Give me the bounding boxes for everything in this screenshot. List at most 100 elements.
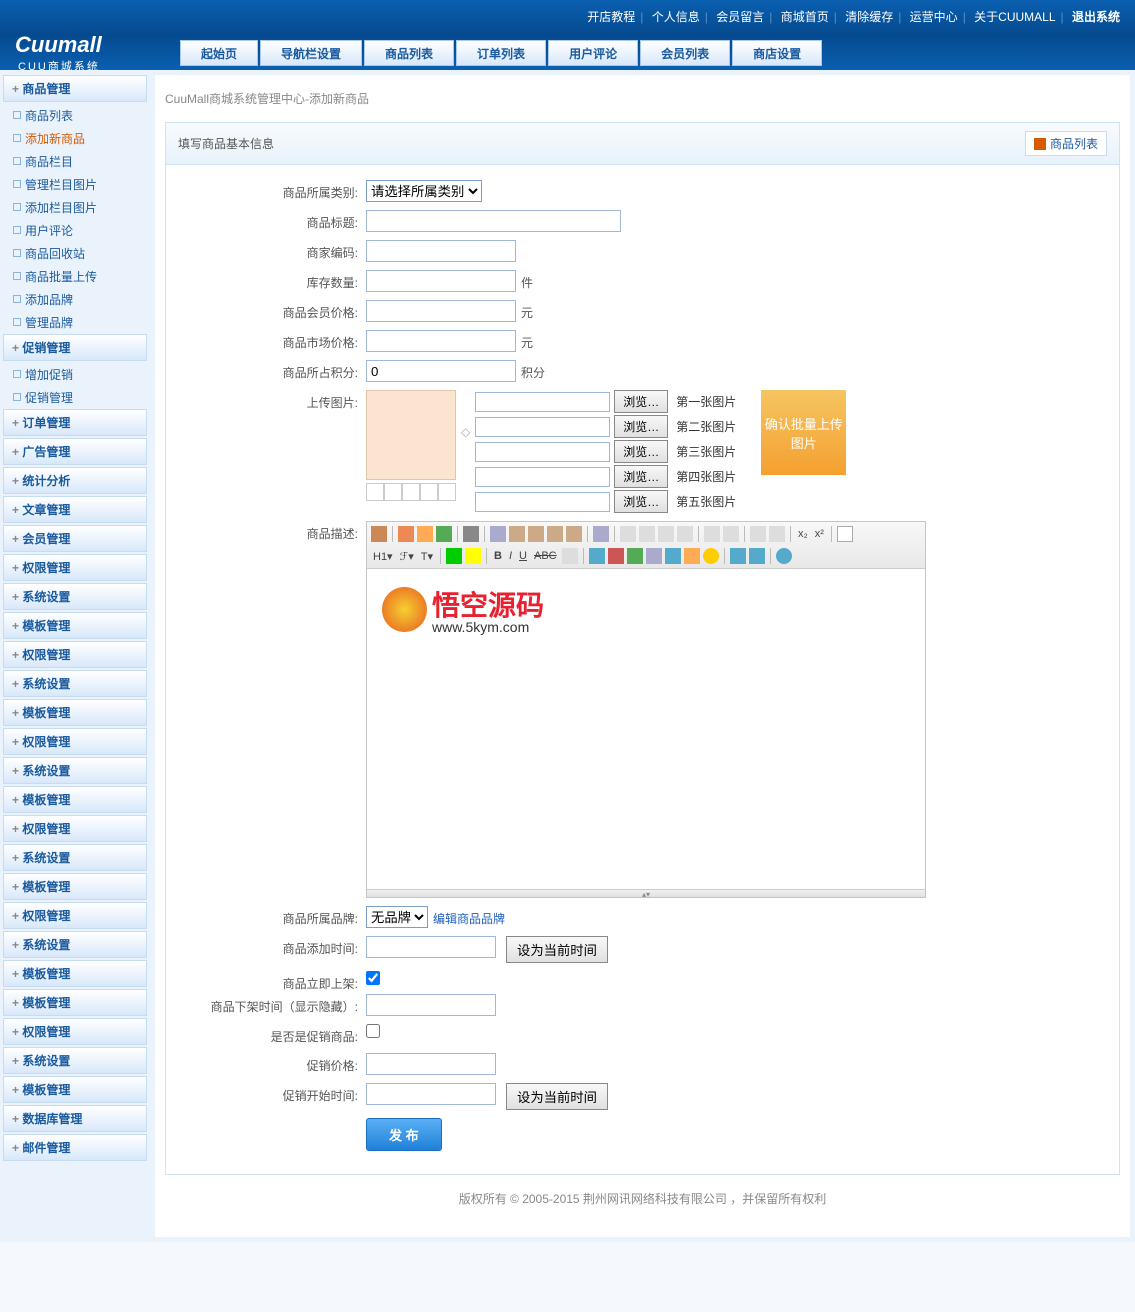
- editor-resize-handle[interactable]: ▴▾: [367, 889, 925, 897]
- title-input[interactable]: [366, 210, 621, 232]
- sidebar-header[interactable]: 模板管理: [3, 1076, 147, 1103]
- paste-word-icon[interactable]: [566, 526, 582, 542]
- sidebar-header[interactable]: 数据库管理: [3, 1105, 147, 1132]
- nav-orders[interactable]: 订单列表: [456, 40, 546, 66]
- code-input[interactable]: [366, 240, 516, 262]
- browse-button[interactable]: 浏览…: [614, 440, 668, 463]
- sidebar-header[interactable]: 邮件管理: [3, 1134, 147, 1161]
- sidebar-header[interactable]: 权限管理: [3, 728, 147, 755]
- sidebar-header[interactable]: 模板管理: [3, 612, 147, 639]
- sidebar-header[interactable]: 模板管理: [3, 786, 147, 813]
- sidebar-header[interactable]: 系统设置: [3, 670, 147, 697]
- cursor-icon[interactable]: [837, 526, 853, 542]
- on-shelf-checkbox[interactable]: [366, 971, 380, 985]
- sidebar-item[interactable]: 商品批量上传: [3, 265, 147, 288]
- sidebar-header[interactable]: 文章管理: [3, 496, 147, 523]
- unlink-icon[interactable]: [749, 548, 765, 564]
- points-input[interactable]: [366, 360, 516, 382]
- sidebar-header[interactable]: 系统设置: [3, 757, 147, 784]
- ol-icon[interactable]: [704, 526, 720, 542]
- sidebar-item[interactable]: 商品列表: [3, 104, 147, 127]
- sidebar-header[interactable]: 订单管理: [3, 409, 147, 436]
- font-select[interactable]: ℱ▾: [398, 550, 416, 563]
- ul-icon[interactable]: [723, 526, 739, 542]
- editor-body[interactable]: 悟空源码 www.5kym.com: [367, 569, 925, 889]
- browse-button[interactable]: 浏览…: [614, 390, 668, 413]
- paste-icon[interactable]: [528, 526, 544, 542]
- heading-select[interactable]: H1▾: [371, 550, 395, 563]
- brand-select[interactable]: 无品牌: [366, 906, 428, 928]
- align-justify-icon[interactable]: [677, 526, 693, 542]
- sidebar-item[interactable]: 添加栏目图片: [3, 196, 147, 219]
- sidebar-header[interactable]: 系统设置: [3, 1047, 147, 1074]
- add-time-input[interactable]: [366, 936, 496, 958]
- flash-icon[interactable]: [608, 548, 624, 564]
- sup-icon[interactable]: x²: [813, 528, 826, 540]
- category-select[interactable]: 请选择所属类别: [366, 180, 482, 202]
- italic-icon[interactable]: I: [507, 550, 514, 562]
- paste-text-icon[interactable]: [547, 526, 563, 542]
- upload-path-input[interactable]: [475, 417, 610, 437]
- set-now-button-2[interactable]: 设为当前时间: [506, 1083, 608, 1110]
- browse-button[interactable]: 浏览…: [614, 415, 668, 438]
- indent-icon[interactable]: [769, 526, 785, 542]
- select-all-icon[interactable]: [593, 526, 609, 542]
- header-link[interactable]: 开店教程: [587, 10, 635, 24]
- nav-members[interactable]: 会员列表: [640, 40, 730, 66]
- redo-icon[interactable]: [436, 526, 452, 542]
- sidebar-item[interactable]: 添加品牌: [3, 288, 147, 311]
- thumb[interactable]: [420, 483, 438, 501]
- sidebar-header[interactable]: 系统设置: [3, 931, 147, 958]
- textcolor-icon[interactable]: [446, 548, 462, 564]
- media-icon[interactable]: [627, 548, 643, 564]
- link-icon[interactable]: [730, 548, 746, 564]
- nav-settings[interactable]: 商店设置: [732, 40, 822, 66]
- sidebar-item[interactable]: 管理品牌: [3, 311, 147, 334]
- new-icon[interactable]: [398, 526, 414, 542]
- sidebar-item[interactable]: 商品栏目: [3, 150, 147, 173]
- undo-icon[interactable]: [417, 526, 433, 542]
- size-select[interactable]: T▾: [419, 550, 435, 563]
- sidebar-header[interactable]: 系统设置: [3, 844, 147, 871]
- browse-button[interactable]: 浏览…: [614, 490, 668, 513]
- underline-icon[interactable]: U: [517, 550, 529, 562]
- sidebar-header[interactable]: 模板管理: [3, 873, 147, 900]
- sub-icon[interactable]: x₂: [796, 528, 810, 540]
- sidebar-item[interactable]: 管理栏目图片: [3, 173, 147, 196]
- stock-input[interactable]: [366, 270, 516, 292]
- member-price-input[interactable]: [366, 300, 516, 322]
- image-icon[interactable]: [589, 548, 605, 564]
- sidebar-header[interactable]: 促销管理: [3, 334, 147, 361]
- sidebar-item[interactable]: 商品回收站: [3, 242, 147, 265]
- strike-icon[interactable]: ABC: [532, 550, 559, 562]
- about-icon[interactable]: [776, 548, 792, 564]
- print-icon[interactable]: [463, 526, 479, 542]
- outdent-icon[interactable]: [750, 526, 766, 542]
- header-link[interactable]: 清除缓存: [845, 10, 893, 24]
- sidebar-item[interactable]: 用户评论: [3, 219, 147, 242]
- thumb[interactable]: [402, 483, 420, 501]
- upload-path-input[interactable]: [475, 392, 610, 412]
- sidebar-header[interactable]: 模板管理: [3, 989, 147, 1016]
- emoji-icon[interactable]: [703, 548, 719, 564]
- bold-icon[interactable]: B: [492, 550, 504, 562]
- sidebar-header[interactable]: 会员管理: [3, 525, 147, 552]
- thumb[interactable]: [384, 483, 402, 501]
- product-list-button[interactable]: 商品列表: [1025, 131, 1107, 156]
- logout-link[interactable]: 退出系统: [1072, 10, 1120, 24]
- sidebar-header[interactable]: 广告管理: [3, 438, 147, 465]
- sidebar-header[interactable]: 权限管理: [3, 1018, 147, 1045]
- sidebar-item[interactable]: 增加促销: [3, 363, 147, 386]
- align-left-icon[interactable]: [620, 526, 636, 542]
- sidebar-header[interactable]: 统计分析: [3, 467, 147, 494]
- cut-icon[interactable]: [490, 526, 506, 542]
- removeformat-icon[interactable]: [562, 548, 578, 564]
- set-now-button[interactable]: 设为当前时间: [506, 936, 608, 963]
- hr-icon[interactable]: [684, 548, 700, 564]
- upload-path-input[interactable]: [475, 492, 610, 512]
- upload-path-input[interactable]: [475, 467, 610, 487]
- source-icon[interactable]: [371, 526, 387, 542]
- confirm-upload-button[interactable]: 确认批量上传图片: [761, 390, 846, 475]
- sidebar-header[interactable]: 权限管理: [3, 902, 147, 929]
- submit-button[interactable]: 发 布: [366, 1118, 442, 1151]
